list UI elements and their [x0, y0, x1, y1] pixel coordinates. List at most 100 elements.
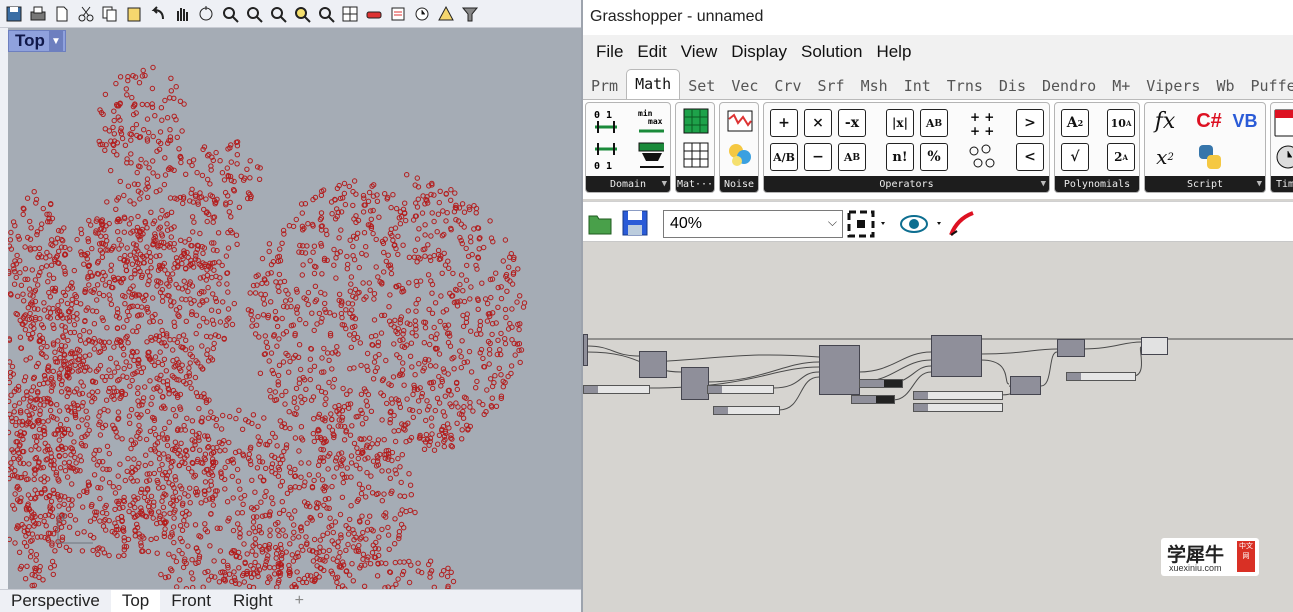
- matrix-icon[interactable]: [682, 107, 710, 135]
- tab-srf[interactable]: Srf: [810, 69, 853, 99]
- tab-perspective[interactable]: Perspective: [0, 590, 111, 612]
- panel-script-label[interactable]: Script ▼: [1145, 176, 1265, 192]
- number-slider[interactable]: [707, 385, 774, 394]
- tab-front[interactable]: Front: [160, 590, 222, 612]
- power-button[interactable]: AB: [920, 109, 948, 137]
- add-viewport-button[interactable]: +: [284, 590, 315, 612]
- matrix-grid-icon[interactable]: [682, 141, 710, 169]
- gh-node[interactable]: [583, 334, 588, 366]
- panel-expand-icon[interactable]: ▼: [1257, 179, 1262, 189]
- gh-node[interactable]: [681, 367, 709, 400]
- panel-matrix-label[interactable]: Mat···: [676, 176, 714, 192]
- history-icon[interactable]: [412, 4, 432, 24]
- gh-node[interactable]: [931, 335, 982, 377]
- zoom-window-icon[interactable]: [244, 4, 264, 24]
- bulb-icon[interactable]: [436, 4, 456, 24]
- exponent-button[interactable]: AB: [838, 143, 866, 171]
- absolute-button[interactable]: |x|: [886, 109, 914, 137]
- negative-button[interactable]: -x: [838, 109, 866, 137]
- properties-icon[interactable]: [388, 4, 408, 24]
- car-render-icon[interactable]: [364, 4, 384, 24]
- factorial-button[interactable]: n!: [886, 143, 914, 171]
- gh-node[interactable]: [819, 345, 860, 395]
- evaluate-button[interactable]: x2: [1151, 143, 1179, 171]
- menu-view[interactable]: View: [674, 42, 725, 62]
- python-script-icon[interactable]: [1195, 143, 1223, 171]
- four-view-icon[interactable]: [340, 4, 360, 24]
- tab-puffer[interactable]: Puffer: [1243, 69, 1293, 99]
- tab-wb[interactable]: Wb: [1208, 69, 1242, 99]
- tab-vec[interactable]: Vec: [723, 69, 766, 99]
- power-of-10-button[interactable]: 10 A: [1107, 109, 1135, 137]
- cut-icon[interactable]: [76, 4, 96, 24]
- addition-button[interactable]: +: [770, 109, 798, 137]
- tab-crv[interactable]: Crv: [766, 69, 809, 99]
- tab-msh[interactable]: Msh: [853, 69, 896, 99]
- zoom-extents-icon[interactable]: [268, 4, 288, 24]
- number-slider[interactable]: [583, 385, 650, 394]
- vb-script-button[interactable]: VB: [1231, 107, 1259, 135]
- boolean-toggle[interactable]: [859, 379, 903, 388]
- less-than-button[interactable]: <: [1016, 143, 1044, 171]
- zoom-dropdown[interactable]: 40% ⌵: [663, 210, 843, 238]
- number-slider[interactable]: [913, 391, 1003, 400]
- gh-node[interactable]: [1010, 376, 1041, 395]
- menu-help[interactable]: Help: [869, 42, 918, 62]
- tab-int[interactable]: Int: [896, 69, 939, 99]
- number-slider[interactable]: [713, 406, 780, 415]
- clock-icon[interactable]: [1274, 143, 1293, 171]
- print-icon[interactable]: [28, 4, 48, 24]
- zoom-extents-icon[interactable]: [847, 210, 887, 238]
- bounds-icon[interactable]: minmax: [636, 107, 664, 135]
- chevron-down-icon[interactable]: ▼: [48, 31, 63, 51]
- expression-button[interactable]: fx: [1151, 107, 1179, 135]
- remap-icon[interactable]: [636, 141, 664, 169]
- number-slider[interactable]: [913, 403, 1003, 412]
- pan-icon[interactable]: [172, 4, 192, 24]
- greater-than-button[interactable]: >: [1016, 109, 1044, 137]
- panel-domain-label[interactable]: Domain ▼: [586, 176, 670, 192]
- csharp-script-button[interactable]: C#: [1195, 107, 1223, 135]
- zoom-all-icon[interactable]: [316, 4, 336, 24]
- save-file-icon[interactable]: [621, 209, 649, 237]
- panel-expand-icon[interactable]: ▼: [662, 179, 667, 189]
- open-file-icon[interactable]: [587, 210, 613, 236]
- panel-expand-icon[interactable]: ▼: [1041, 179, 1046, 189]
- power-of-2-button[interactable]: 2A: [1107, 143, 1135, 171]
- tab-mplus[interactable]: M+: [1104, 69, 1138, 99]
- tab-prm[interactable]: Prm: [583, 69, 626, 99]
- viewport-title[interactable]: Top ▼: [8, 30, 66, 52]
- tab-math[interactable]: Math: [626, 69, 681, 99]
- square-root-button[interactable]: √: [1061, 143, 1089, 171]
- menu-edit[interactable]: Edit: [630, 42, 673, 62]
- noise-graph-icon[interactable]: [726, 107, 754, 135]
- domain-icon[interactable]: 0 1: [592, 107, 620, 135]
- mass-addition-icon[interactable]: + ++ +: [968, 109, 996, 137]
- paste-icon[interactable]: [124, 4, 144, 24]
- menu-solution[interactable]: Solution: [794, 42, 869, 62]
- modulus-button[interactable]: %: [920, 143, 948, 171]
- tab-dis[interactable]: Dis: [991, 69, 1034, 99]
- tab-dendro[interactable]: Dendro: [1034, 69, 1104, 99]
- division-button[interactable]: A/B: [770, 143, 798, 171]
- menu-display[interactable]: Display: [724, 42, 794, 62]
- tab-trns[interactable]: Trns: [939, 69, 991, 99]
- undo-icon[interactable]: [148, 4, 168, 24]
- noise-map-icon[interactable]: [726, 141, 754, 169]
- new-icon[interactable]: [52, 4, 72, 24]
- construct-domain-icon[interactable]: 0 1: [592, 141, 620, 169]
- gh-node[interactable]: [639, 351, 667, 378]
- zoom-selected-icon[interactable]: [292, 4, 312, 24]
- tab-right[interactable]: Right: [222, 590, 284, 612]
- sketch-icon[interactable]: [947, 209, 977, 239]
- subtraction-button[interactable]: −: [804, 143, 832, 171]
- calendar-icon[interactable]: [1274, 109, 1293, 137]
- menu-file[interactable]: File: [589, 42, 630, 62]
- tab-vipers[interactable]: Vipers: [1138, 69, 1208, 99]
- copy-icon[interactable]: [100, 4, 120, 24]
- relative-differences-icon[interactable]: [968, 143, 996, 171]
- grasshopper-canvas[interactable]: 学犀牛 xuexiniu.com 中文网: [583, 242, 1293, 612]
- filter-icon[interactable]: [460, 4, 480, 24]
- tab-top[interactable]: Top: [110, 589, 161, 612]
- save-icon[interactable]: [4, 4, 24, 24]
